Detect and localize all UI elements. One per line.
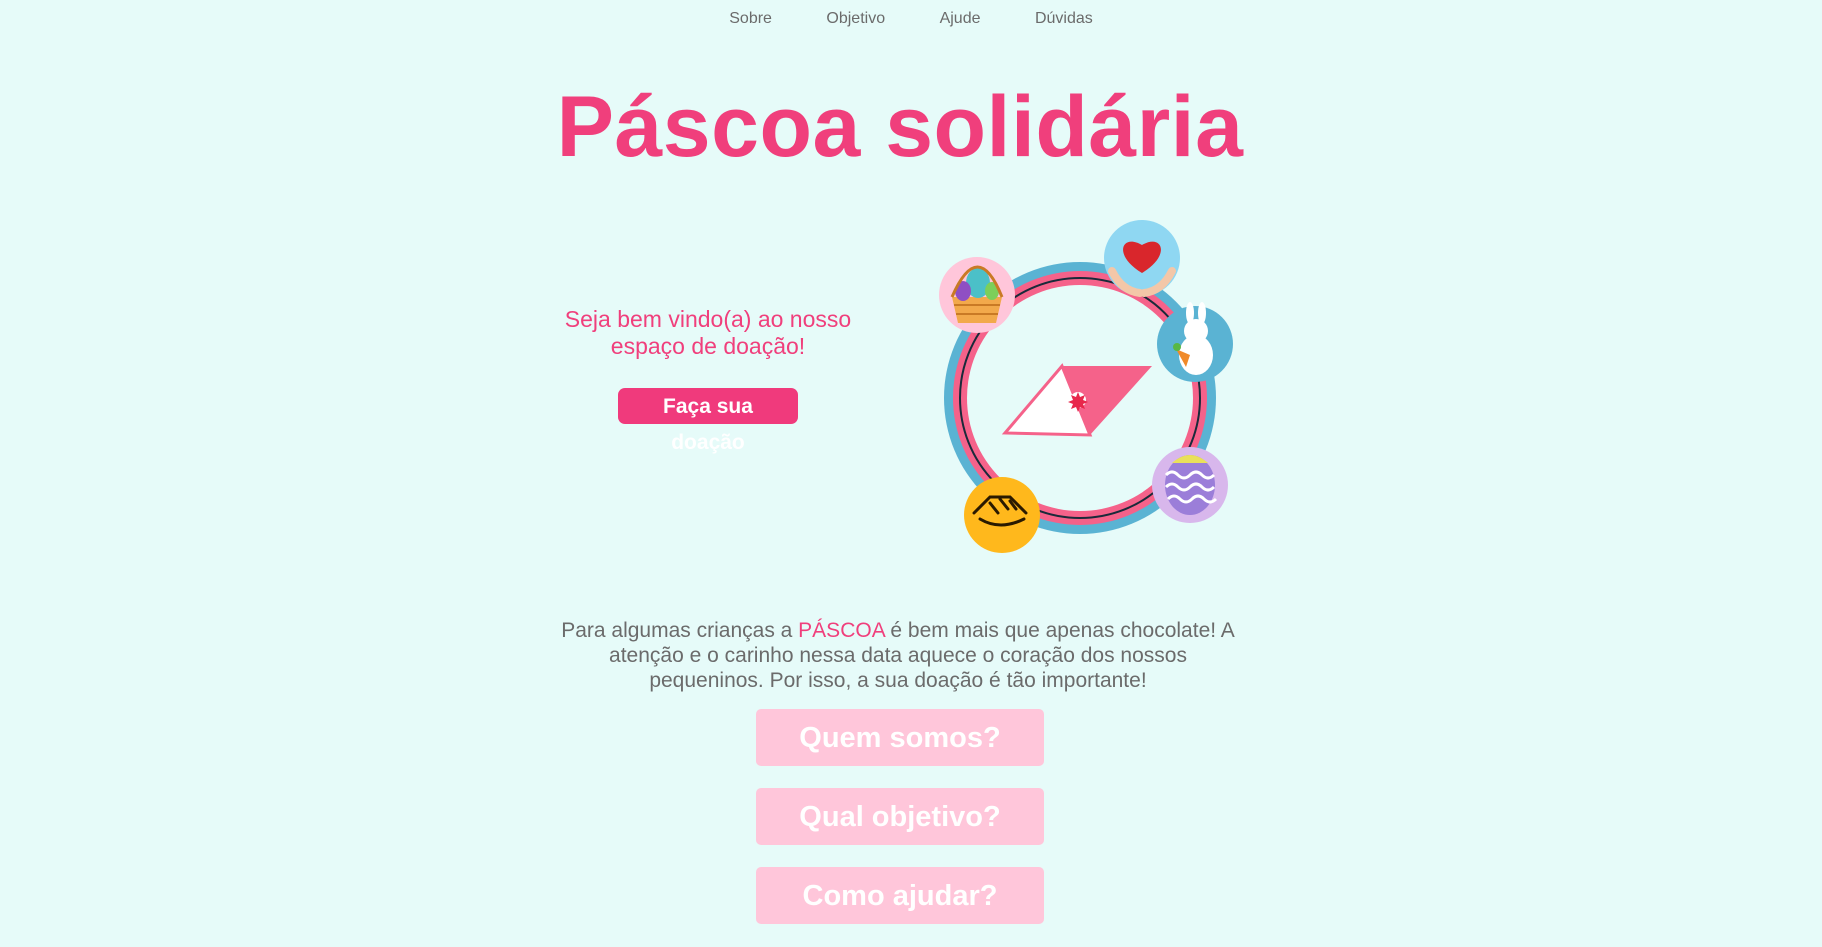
qual-objetivo-button[interactable]: Qual objetivo?	[756, 788, 1044, 845]
nav-item-objetivo[interactable]: Objetivo	[826, 10, 885, 28]
page-title: Páscoa solidária	[556, 79, 1244, 175]
donate-button[interactable]: Faça sua doação	[618, 388, 798, 454]
welcome-text: Seja bem vindo(a) ao nosso espaço de doa…	[564, 306, 852, 359]
como-ajudar-button[interactable]: Como ajudar?	[756, 867, 1044, 924]
top-nav: Sobre Objetivo Ajude Dúvidas	[0, 10, 1822, 28]
easter-egg-icon	[1152, 447, 1228, 523]
nav-item-sobre[interactable]: Sobre	[729, 10, 772, 28]
handshake-icon	[964, 477, 1040, 553]
hero-illustration	[930, 213, 1250, 558]
intro-paragraph: Para algumas crianças a PÁSCOA é bem mai…	[552, 618, 1244, 693]
heart-hands-icon	[1104, 220, 1180, 297]
easter-highlight: PÁSCOA	[798, 619, 885, 642]
nav-item-ajude[interactable]: Ajude	[940, 10, 981, 28]
nav-item-duvidas[interactable]: Dúvidas	[1035, 10, 1093, 28]
easter-basket-icon	[939, 257, 1015, 333]
intro-text-start: Para algumas crianças a	[561, 619, 799, 642]
quem-somos-button[interactable]: Quem somos?	[756, 709, 1044, 766]
